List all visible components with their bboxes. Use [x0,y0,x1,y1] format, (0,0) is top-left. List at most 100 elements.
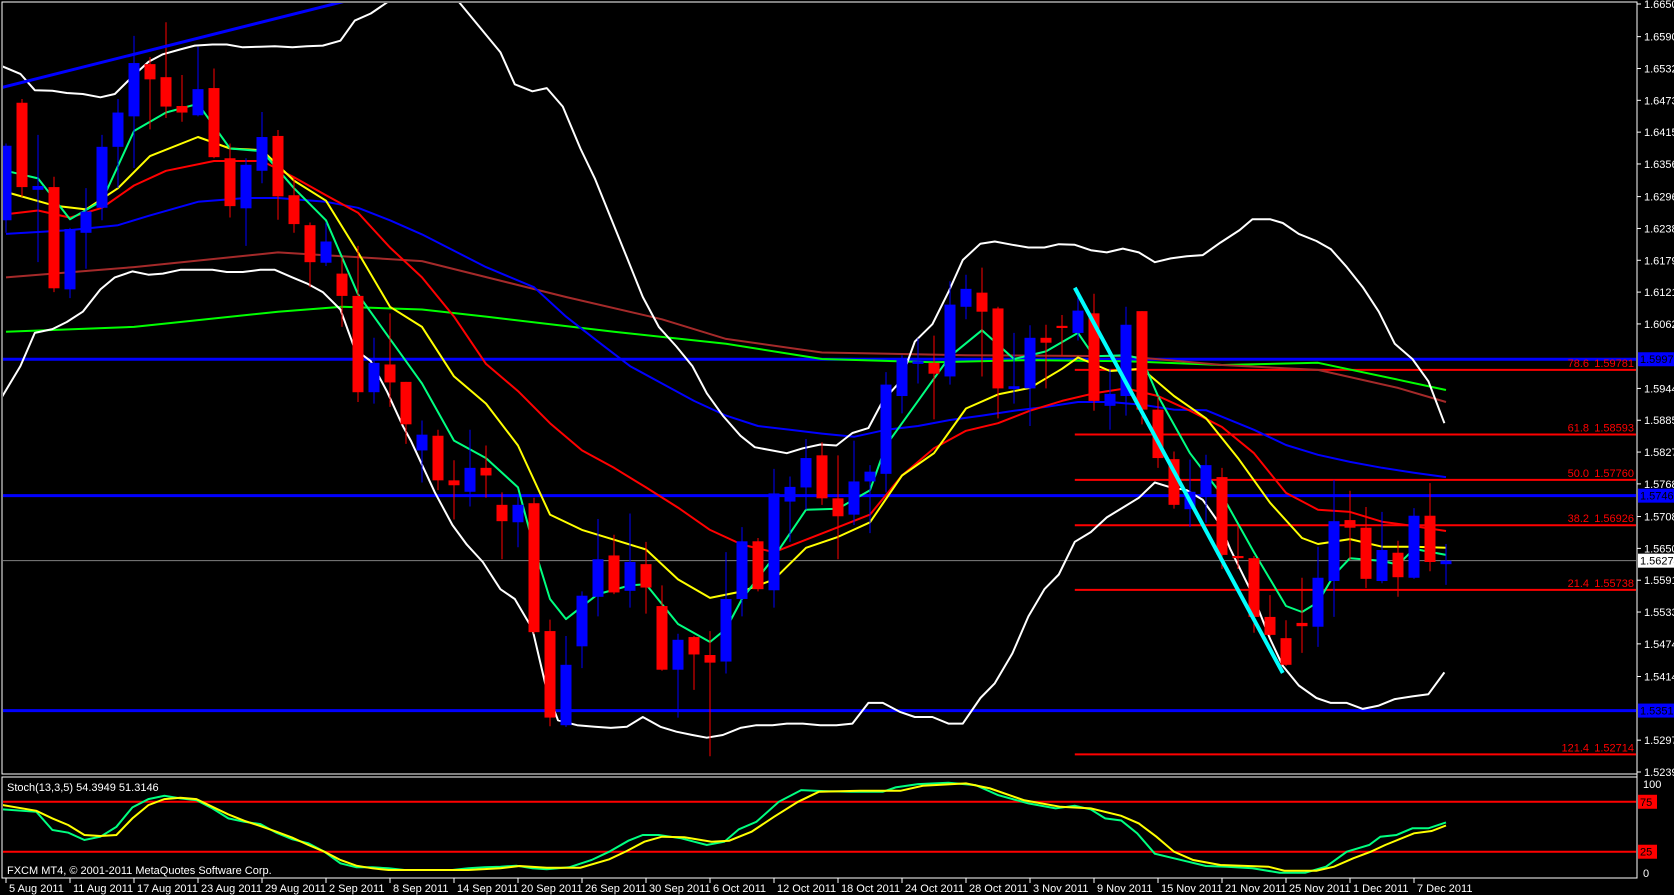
candle-body [576,595,588,647]
stochastic-label: Stoch(13,3,5) 54.3949 51.3146 [7,782,159,794]
candle-body [256,137,268,171]
candle-body [448,480,460,486]
candle-body [1248,558,1260,617]
bearish-candle [544,619,556,727]
time-tick-label: 21 Nov 2011 [1225,883,1287,895]
time-tick-label: 6 Oct 2011 [713,883,766,895]
candle-body [656,606,668,670]
time-tick-label: 28 Oct 2011 [969,883,1028,895]
candle-body [160,77,172,107]
fibonacci-price-label: 1.58593 [1594,422,1634,434]
price-line-marker-label: 1.53519 [1640,706,1674,718]
time-tick-label: 20 Sep 2011 [521,883,583,895]
candle-body [624,561,636,591]
candle-body [592,559,604,597]
candle-body [800,458,812,488]
price-chart[interactable]: 78.6 1.59781 61.8 1.58593 50.0 1.57760 38.2 1.5… [0,0,1674,895]
price-tick-label: 1.56500 [1644,543,1674,555]
candle-body [496,504,508,522]
candle-body [48,187,60,289]
candle-body [1040,337,1052,343]
candle-body [480,467,492,476]
candle-body [720,598,732,662]
time-tick-label: 30 Sep 2011 [649,883,711,895]
candle-body [1216,477,1228,555]
candle-body [1136,311,1148,410]
candle-body [320,241,332,263]
candle-body [1360,527,1372,579]
candle-body [464,467,476,492]
price-tick-label: 1.58855 [1644,415,1674,427]
candle-body [32,186,44,190]
fibonacci-price-label: 1.56926 [1594,513,1634,525]
bearish-candle [528,497,540,634]
price-tick-label: 1.62380 [1644,223,1674,235]
stochastic-level-label: 75 [1640,797,1652,809]
time-tick-label: 3 Nov 2011 [1033,883,1088,895]
candle-body [1024,337,1036,389]
price-tick-label: 1.62965 [1644,192,1674,204]
candle-body [560,664,572,726]
time-tick-label: 5 Aug 2011 [9,883,64,895]
candle-body [1392,552,1404,578]
candle-body [224,158,236,207]
chart-background [0,0,1674,895]
time-tick-label: 25 Nov 2011 [1289,883,1351,895]
fibonacci-price-label: 1.52714 [1594,742,1634,754]
candle-body [352,295,364,393]
price-tick-label: 1.66505 [1644,0,1674,11]
candle-body [1264,616,1276,635]
candle-body [1440,560,1452,565]
time-tick-label: 1 Dec 2011 [1353,883,1408,895]
candle-body [80,211,92,233]
candle-body [384,364,396,383]
candle-body [1328,521,1340,582]
candle-body [1280,638,1292,665]
candle-body [416,434,428,451]
candle-body [768,493,780,591]
fibonacci-price-label: 1.59781 [1594,358,1634,370]
candle-body [336,273,348,296]
copyright-text: FXCM MT4, © 2001-2011 MetaQuotes Softwar… [7,865,272,877]
candle-body [64,228,76,290]
time-tick-label: 14 Sep 2011 [457,883,519,895]
price-tick-label: 1.64735 [1644,95,1674,107]
price-tick-label: 1.55915 [1644,575,1674,587]
candle-body [1200,465,1212,497]
price-tick-label: 1.52390 [1644,767,1674,779]
candle-body [992,308,1004,389]
candle-body [816,455,828,499]
bullish-candle [64,227,76,299]
time-tick-label: 18 Oct 2011 [841,883,900,895]
current-price-label: 1.56274 [1640,556,1674,568]
price-tick-label: 1.52975 [1644,735,1674,747]
candle-body [368,362,380,393]
candle-body [240,164,252,209]
candle-body [544,631,556,718]
candle-body [928,362,940,374]
candle-body [1232,555,1244,559]
fibonacci-level-label: 121.4 [1561,742,1589,754]
bullish-candle [96,134,108,221]
candle-body [1376,550,1388,582]
stochastic-axis-min: 0 [1643,868,1649,880]
fibonacci-level-label: 78.6 [1568,358,1589,370]
candle-body [176,106,188,113]
candle-body [1296,622,1308,627]
candle-body [1408,515,1420,578]
bearish-candle [752,538,764,592]
price-tick-label: 1.63565 [1644,159,1674,171]
bullish-candle [1408,508,1420,579]
candle-body [1072,310,1084,333]
time-tick-label: 23 Aug 2011 [201,883,262,895]
candle-body [1344,520,1356,528]
bearish-candle [16,98,28,197]
candle-body [128,63,140,117]
candle-body [112,112,124,147]
fibonacci-level-label: 21.4 [1568,578,1589,590]
time-tick-label: 9 Nov 2011 [1097,883,1152,895]
time-tick-label: 29 Aug 2011 [265,883,326,895]
candle-body [304,225,316,263]
candle-body [1104,393,1116,406]
candle-body [672,639,684,670]
